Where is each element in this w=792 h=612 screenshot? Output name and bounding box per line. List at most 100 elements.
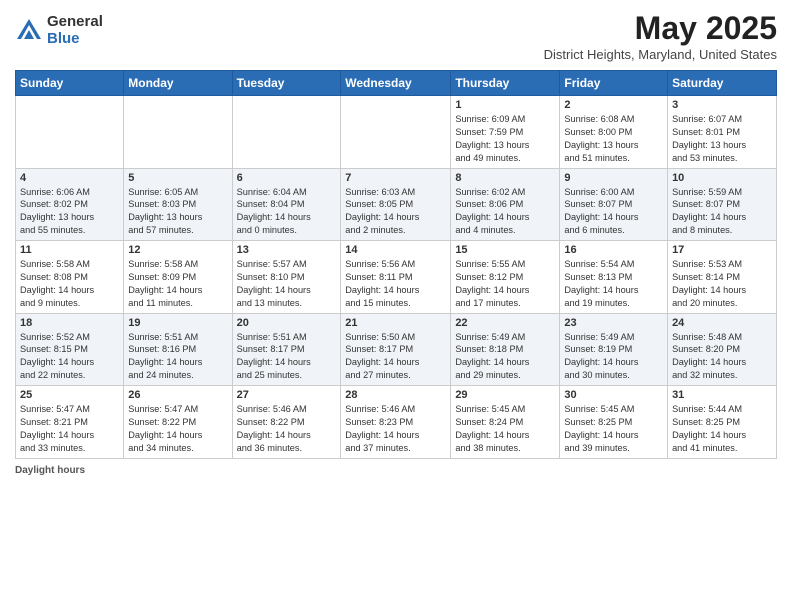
day-number: 29 — [455, 389, 555, 401]
day-number: 19 — [128, 317, 227, 329]
day-info: Sunrise: 5:58 AM Sunset: 8:09 PM Dayligh… — [128, 258, 227, 310]
calendar-cell-27: 27Sunrise: 5:46 AM Sunset: 8:22 PM Dayli… — [232, 386, 341, 459]
day-info: Sunrise: 5:59 AM Sunset: 8:07 PM Dayligh… — [672, 186, 772, 238]
day-info: Sunrise: 5:46 AM Sunset: 8:22 PM Dayligh… — [237, 403, 337, 455]
day-info: Sunrise: 5:45 AM Sunset: 8:24 PM Dayligh… — [455, 403, 555, 455]
day-info: Sunrise: 5:55 AM Sunset: 8:12 PM Dayligh… — [455, 258, 555, 310]
day-info: Sunrise: 6:05 AM Sunset: 8:03 PM Dayligh… — [128, 186, 227, 238]
day-number: 6 — [237, 172, 337, 184]
day-info: Sunrise: 5:44 AM Sunset: 8:25 PM Dayligh… — [672, 403, 772, 455]
day-info: Sunrise: 5:51 AM Sunset: 8:17 PM Dayligh… — [237, 331, 337, 383]
day-number: 26 — [128, 389, 227, 401]
logo-general-text: General — [47, 14, 103, 31]
day-number: 25 — [20, 389, 119, 401]
day-info: Sunrise: 5:54 AM Sunset: 8:13 PM Dayligh… — [564, 258, 663, 310]
calendar-cell-13: 13 Sunrise: 5:57 AM Sunset: 8:10 PM Dayli… — [232, 241, 341, 314]
day-number: 24 — [672, 317, 772, 329]
calendar-week-4: 18Sunrise: 5:52 AM Sunset: 8:15 PM Dayli… — [16, 313, 777, 386]
calendar-cell-9: 9 Sunrise: 6:00 AM Sunset: 8:07 PM Daylig… — [560, 168, 668, 241]
logo-blue-text: Blue — [47, 31, 103, 48]
title-area: May 2025 District Heights, Maryland, Uni… — [544, 10, 777, 62]
calendar-cell-15: 15 Sunrise: 5:55 AM Sunset: 8:12 PM Dayli… — [451, 241, 560, 314]
calendar-cell-8: 8 Sunrise: 6:02 AM Sunset: 8:06 PM Daylig… — [451, 168, 560, 241]
col-header-monday: Monday — [124, 71, 232, 96]
calendar-week-2: 4 Sunrise: 6:06 AM Sunset: 8:02 PM Daylig… — [16, 168, 777, 241]
calendar-cell-20: 20Sunrise: 5:51 AM Sunset: 8:17 PM Dayli… — [232, 313, 341, 386]
day-info: Sunrise: 5:53 AM Sunset: 8:14 PM Dayligh… — [672, 258, 772, 310]
calendar-week-3: 11 Sunrise: 5:58 AM Sunset: 8:08 PM Dayli… — [16, 241, 777, 314]
page-header: General Blue May 2025 District Heights, … — [15, 10, 777, 62]
calendar-cell-18: 18Sunrise: 5:52 AM Sunset: 8:15 PM Dayli… — [16, 313, 124, 386]
calendar-cell-3: 3 Sunrise: 6:07 AM Sunset: 8:01 PM Daylig… — [668, 96, 777, 169]
footer-note: Daylight hours — [15, 465, 777, 476]
calendar-cell-31: 31Sunrise: 5:44 AM Sunset: 8:25 PM Dayli… — [668, 386, 777, 459]
day-number: 13 — [237, 244, 337, 256]
day-number: 9 — [564, 172, 663, 184]
calendar-week-1: 1 Sunrise: 6:09 AM Sunset: 7:59 PM Daylig… — [16, 96, 777, 169]
day-number: 8 — [455, 172, 555, 184]
day-info: Sunrise: 6:07 AM Sunset: 8:01 PM Dayligh… — [672, 113, 772, 165]
calendar-cell-19: 19Sunrise: 5:51 AM Sunset: 8:16 PM Dayli… — [124, 313, 232, 386]
day-number: 10 — [672, 172, 772, 184]
day-info: Sunrise: 6:08 AM Sunset: 8:00 PM Dayligh… — [564, 113, 663, 165]
day-info: Sunrise: 6:06 AM Sunset: 8:02 PM Dayligh… — [20, 186, 119, 238]
day-info: Sunrise: 5:58 AM Sunset: 8:08 PM Dayligh… — [20, 258, 119, 310]
calendar-cell-29: 29 Sunrise: 5:45 AM Sunset: 8:24 PM Dayli… — [451, 386, 560, 459]
day-info: Sunrise: 6:04 AM Sunset: 8:04 PM Dayligh… — [237, 186, 337, 238]
calendar-cell-empty — [341, 96, 451, 169]
col-header-thursday: Thursday — [451, 71, 560, 96]
logo: General Blue — [15, 14, 103, 47]
day-info: Sunrise: 5:46 AM Sunset: 8:23 PM Dayligh… — [345, 403, 446, 455]
calendar-cell-22: 22Sunrise: 5:49 AM Sunset: 8:18 PM Dayli… — [451, 313, 560, 386]
col-header-friday: Friday — [560, 71, 668, 96]
calendar-cell-1: 1 Sunrise: 6:09 AM Sunset: 7:59 PM Daylig… — [451, 96, 560, 169]
calendar-cell-6: 6 Sunrise: 6:04 AM Sunset: 8:04 PM Daylig… — [232, 168, 341, 241]
col-header-saturday: Saturday — [668, 71, 777, 96]
calendar-cell-empty — [124, 96, 232, 169]
day-number: 1 — [455, 99, 555, 111]
day-number: 3 — [672, 99, 772, 111]
day-info: Sunrise: 5:49 AM Sunset: 8:19 PM Dayligh… — [564, 331, 663, 383]
day-number: 7 — [345, 172, 446, 184]
col-header-sunday: Sunday — [16, 71, 124, 96]
calendar-week-5: 25 Sunrise: 5:47 AM Sunset: 8:21 PM Dayli… — [16, 386, 777, 459]
day-info: Sunrise: 5:48 AM Sunset: 8:20 PM Dayligh… — [672, 331, 772, 383]
day-number: 5 — [128, 172, 227, 184]
day-number: 16 — [564, 244, 663, 256]
calendar-cell-24: 24 Sunrise: 5:48 AM Sunset: 8:20 PM Dayli… — [668, 313, 777, 386]
day-number: 14 — [345, 244, 446, 256]
month-title: May 2025 — [544, 10, 777, 47]
col-header-tuesday: Tuesday — [232, 71, 341, 96]
day-number: 12 — [128, 244, 227, 256]
day-number: 4 — [20, 172, 119, 184]
calendar-cell-7: 7 Sunrise: 6:03 AM Sunset: 8:05 PM Daylig… — [341, 168, 451, 241]
daylight-hours-label: Daylight hours — [15, 465, 85, 476]
day-info: Sunrise: 6:02 AM Sunset: 8:06 PM Dayligh… — [455, 186, 555, 238]
day-info: Sunrise: 6:09 AM Sunset: 7:59 PM Dayligh… — [455, 113, 555, 165]
calendar-cell-10: 10 Sunrise: 5:59 AM Sunset: 8:07 PM Dayli… — [668, 168, 777, 241]
day-info: Sunrise: 5:50 AM Sunset: 8:17 PM Dayligh… — [345, 331, 446, 383]
calendar-cell-17: 17Sunrise: 5:53 AM Sunset: 8:14 PM Dayli… — [668, 241, 777, 314]
calendar-cell-4: 4 Sunrise: 6:06 AM Sunset: 8:02 PM Daylig… — [16, 168, 124, 241]
logo-icon — [15, 17, 43, 45]
day-number: 30 — [564, 389, 663, 401]
day-number: 22 — [455, 317, 555, 329]
day-info: Sunrise: 6:03 AM Sunset: 8:05 PM Dayligh… — [345, 186, 446, 238]
location-text: District Heights, Maryland, United State… — [544, 47, 777, 62]
day-info: Sunrise: 5:47 AM Sunset: 8:21 PM Dayligh… — [20, 403, 119, 455]
day-number: 11 — [20, 244, 119, 256]
calendar-cell-26: 26Sunrise: 5:47 AM Sunset: 8:22 PM Dayli… — [124, 386, 232, 459]
day-info: Sunrise: 6:00 AM Sunset: 8:07 PM Dayligh… — [564, 186, 663, 238]
calendar-cell-empty — [232, 96, 341, 169]
calendar-cell-14: 14Sunrise: 5:56 AM Sunset: 8:11 PM Dayli… — [341, 241, 451, 314]
day-number: 15 — [455, 244, 555, 256]
day-number: 23 — [564, 317, 663, 329]
day-number: 28 — [345, 389, 446, 401]
logo-text: General Blue — [47, 14, 103, 47]
day-number: 2 — [564, 99, 663, 111]
day-info: Sunrise: 5:52 AM Sunset: 8:15 PM Dayligh… — [20, 331, 119, 383]
day-info: Sunrise: 5:57 AM Sunset: 8:10 PM Dayligh… — [237, 258, 337, 310]
calendar-table: SundayMondayTuesdayWednesdayThursdayFrid… — [15, 70, 777, 459]
calendar-cell-12: 12 Sunrise: 5:58 AM Sunset: 8:09 PM Dayli… — [124, 241, 232, 314]
day-info: Sunrise: 5:45 AM Sunset: 8:25 PM Dayligh… — [564, 403, 663, 455]
